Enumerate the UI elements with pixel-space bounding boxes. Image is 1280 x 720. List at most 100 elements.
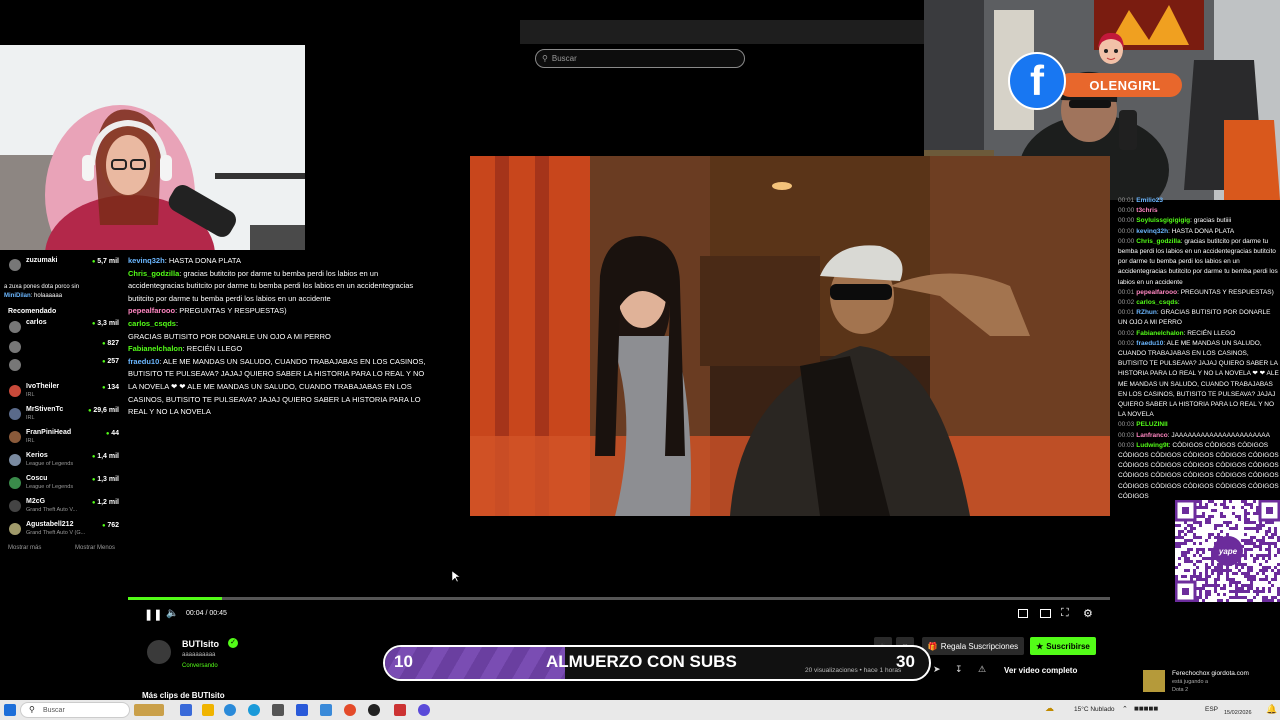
language-indicator[interactable]: ESP: [1205, 706, 1218, 713]
chat-message: 00:02 fraedu10: ALE ME MANDAS UN SALUDO, …: [1118, 339, 1280, 421]
share-icon[interactable]: ➤: [933, 664, 941, 675]
chat-username[interactable]: Fabianelchalon: [1136, 330, 1183, 337]
fullscreen-icon[interactable]: ⛶: [1061, 607, 1069, 620]
subscribe-button[interactable]: ★ Suscribirse: [1030, 637, 1096, 655]
volume-icon[interactable]: 🔈: [166, 608, 178, 619]
chat-username[interactable]: Soyluissgigigigig: [1136, 217, 1190, 224]
search-input[interactable]: ⚲ Buscar: [535, 49, 745, 68]
chat-username[interactable]: fraedu10: [128, 357, 159, 366]
sidebar-item[interactable]: M2cG Grand Theft Auto V... 1,2 mil: [6, 497, 121, 517]
viewer-count: 827: [102, 340, 119, 347]
discord-icon[interactable]: [418, 704, 430, 716]
store-icon[interactable]: [296, 704, 308, 716]
chat-username[interactable]: Emilio23: [1136, 197, 1163, 204]
sidebar-item[interactable]: 257: [6, 356, 121, 376]
chat-username[interactable]: Chris_godzilla: [128, 269, 179, 278]
sidebar-item[interactable]: Agustabell212 Grand Theft Auto V (G... 762: [6, 520, 121, 540]
chat-text: : gracias butiiii: [1190, 217, 1232, 225]
facebook-icon: f: [1008, 52, 1066, 110]
chat-message: a zuxa pones dota porco sin: [4, 283, 129, 292]
channel-avatar[interactable]: [147, 640, 171, 664]
sidebar-item-game: Grand Theft Auto V (G...: [26, 530, 86, 536]
photos-icon[interactable]: [320, 704, 332, 716]
viewer-count: 1,3 mil: [92, 476, 119, 483]
video-player[interactable]: [470, 156, 1110, 516]
chat-message: 00:01 RZhun: GRACIAS BUTISITO POR DONARLE…: [1118, 308, 1280, 328]
browser-icon[interactable]: [248, 704, 260, 716]
chat-username[interactable]: Ludwing9t: [1136, 442, 1169, 449]
chat-text: : ALE ME MANDAS UN SALUDO, CUANDO TRABAJ…: [1118, 339, 1279, 419]
sidebar-item[interactable]: MrStivenTc IRL 29,6 mil: [6, 405, 121, 425]
sidebar-item[interactable]: Kerios League of Legends 1,4 mil: [6, 451, 121, 471]
theater-icon[interactable]: [1040, 609, 1051, 618]
show-more-link[interactable]: Mostrar más: [8, 545, 41, 551]
star-icon: ★: [1036, 641, 1044, 651]
chat-username[interactable]: MiniDilan: [4, 293, 31, 299]
sidebar-item[interactable]: zuzumaki 5,7 mil: [6, 256, 121, 276]
progress-fill: [128, 597, 223, 600]
report-icon[interactable]: ⚠: [978, 664, 986, 675]
chat-username[interactable]: fraedu10: [1136, 340, 1163, 347]
download-icon[interactable]: ↧: [955, 664, 963, 675]
edge-icon[interactable]: [224, 704, 236, 716]
tray-apps-icon[interactable]: ■■■■■: [1134, 704, 1158, 713]
obs-icon[interactable]: [368, 704, 380, 716]
sidebar-item-game: IRL: [26, 438, 35, 444]
game-thumbnail: [1143, 670, 1165, 692]
chrome-icon[interactable]: [344, 704, 356, 716]
sidebar-item[interactable]: Coscu League of Legends 1,3 mil: [6, 474, 121, 494]
gift-subs-button[interactable]: 🎁 Regala Suscripciones: [922, 637, 1024, 655]
chat-username[interactable]: carlos_csqds: [1136, 299, 1178, 306]
progress-track[interactable]: [128, 597, 1110, 600]
pause-icon[interactable]: ❚❚: [144, 608, 162, 621]
notifications-icon[interactable]: 🔔: [1266, 704, 1277, 715]
chat-username[interactable]: PELUZINII: [1136, 421, 1167, 428]
chat-message: 00:03 PELUZINII: [1118, 420, 1280, 430]
file-explorer-icon[interactable]: [202, 704, 214, 716]
app-icon[interactable]: [272, 704, 284, 716]
viewer-count: 29,6 mil: [88, 407, 119, 414]
chat-text: : RECIÉN LLEGO: [182, 344, 243, 354]
chat-username[interactable]: kevinq32h: [128, 256, 165, 265]
miniplayer-icon[interactable]: [1018, 609, 1028, 618]
subscribe-label: Suscribirse: [1046, 641, 1090, 651]
chat-username[interactable]: carlos_csqds: [128, 319, 176, 328]
start-icon[interactable]: [4, 704, 16, 716]
recommended-heading: Recomendado: [8, 308, 57, 315]
facebook-name: OLENGIRL: [1089, 77, 1161, 93]
chat-username[interactable]: pepealfarooo: [128, 306, 175, 315]
channel-status[interactable]: Conversando: [182, 663, 218, 669]
chat-username[interactable]: kevinq32h: [1136, 228, 1168, 235]
task-view-icon[interactable]: [180, 704, 192, 716]
avatar: [9, 523, 21, 535]
settings-icon[interactable]: ⚙: [1083, 607, 1093, 620]
tray-chevron-icon[interactable]: ⌃: [1122, 705, 1128, 713]
sidebar-item[interactable]: carlos 3,3 mil: [6, 318, 121, 338]
chat-username[interactable]: Lanfranco: [1136, 432, 1167, 439]
show-less-link[interactable]: Mostrar Menos: [75, 545, 115, 551]
chat-username[interactable]: Fabianelchalon: [128, 344, 183, 353]
activity-game: Dota 2: [1172, 687, 1189, 693]
sidebar-item-name: Agustabell212: [26, 521, 74, 528]
chat-username[interactable]: t3chris: [1136, 207, 1157, 214]
taskbar-search[interactable]: ⚲ Buscar: [20, 702, 130, 718]
viewer-count: 257: [102, 358, 119, 365]
sidebar-item[interactable]: IvoTheiler IRL 134: [6, 382, 121, 402]
chat-username[interactable]: RZhun: [1136, 309, 1157, 316]
chat-time: 00:02: [1118, 339, 1135, 347]
chat-username[interactable]: pepealfarooo: [1136, 289, 1177, 296]
recorder-icon[interactable]: [394, 704, 406, 716]
taskbar-date[interactable]: 15/02/2026: [1224, 710, 1252, 716]
weather-text[interactable]: 15°C Nublado: [1074, 706, 1115, 713]
sidebar-item[interactable]: FranPiniHead IRL 44: [6, 428, 121, 448]
taskbar-search-icon: ⚲: [29, 705, 35, 714]
sidebar-item[interactable]: 827: [6, 338, 121, 358]
sidebar-item-name: MrStivenTc: [26, 406, 64, 413]
full-video-link[interactable]: Ver video completo: [1004, 666, 1077, 675]
channel-name[interactable]: BUTIsito: [182, 639, 219, 649]
avatar: [9, 321, 21, 333]
widget-icon[interactable]: [134, 704, 164, 716]
weather-icon[interactable]: ☁: [1045, 703, 1069, 717]
chat-username[interactable]: Chris_godzilla: [1136, 238, 1180, 245]
chat-message: fraedu10: ALE ME MANDAS UN SALUDO, CUAND…: [128, 356, 428, 419]
